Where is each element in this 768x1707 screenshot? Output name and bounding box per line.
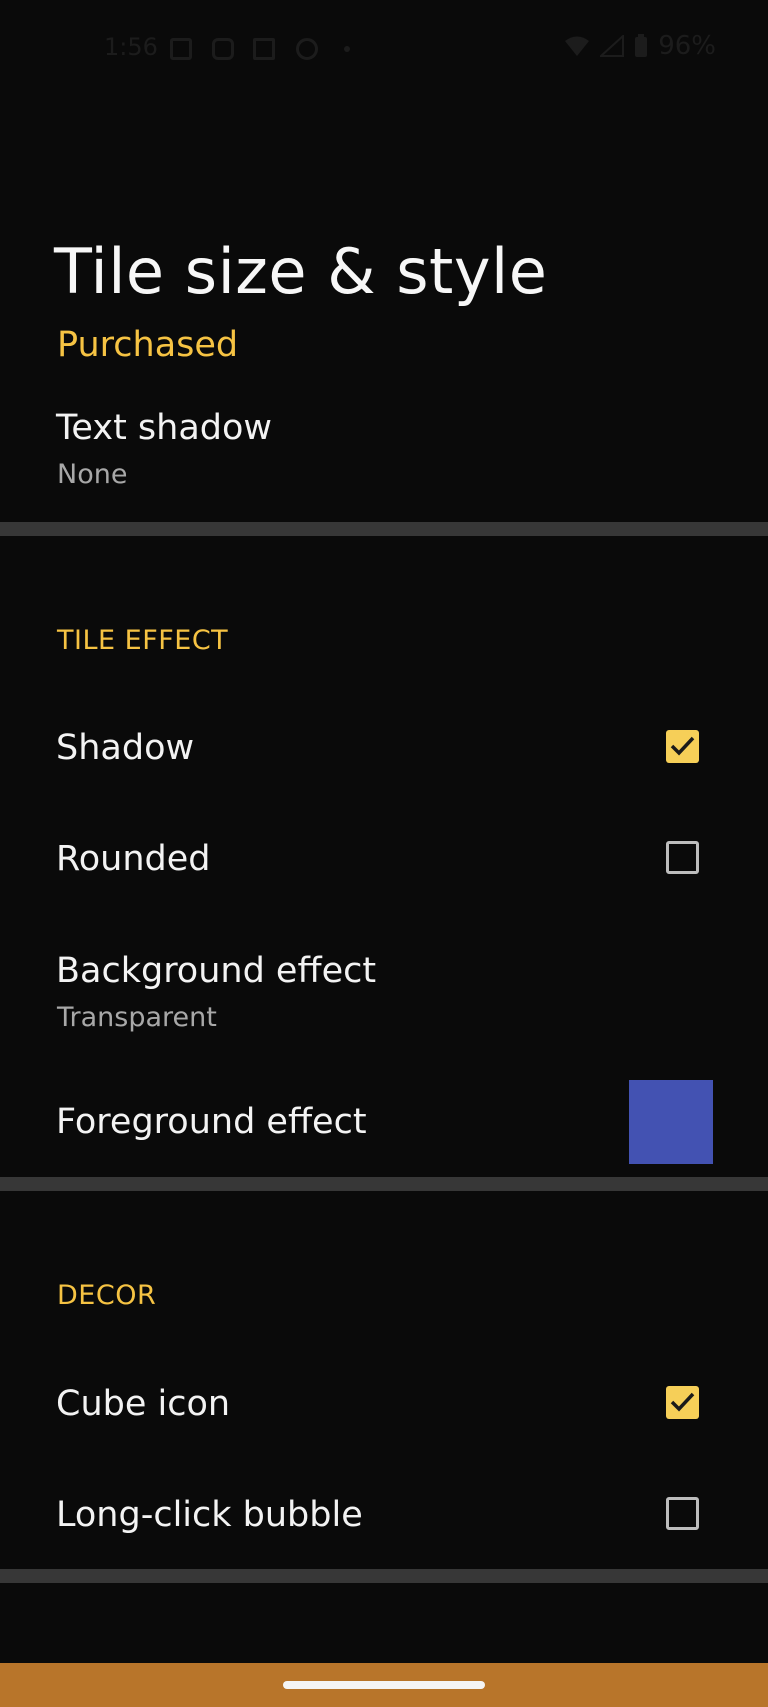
navigation-bar bbox=[0, 1663, 768, 1707]
background-effect-setting[interactable]: Background effect Transparent bbox=[0, 920, 768, 1040]
status-right: 96% bbox=[564, 31, 716, 61]
section-header-decor: DECOR bbox=[57, 1280, 157, 1311]
purchase-status: Purchased bbox=[57, 325, 239, 365]
notification-dot-icon bbox=[344, 46, 350, 52]
rounded-checkbox[interactable] bbox=[666, 841, 699, 874]
wifi-icon bbox=[565, 36, 590, 56]
shadow-setting[interactable]: Shadow bbox=[0, 700, 768, 805]
long-click-bubble-checkbox[interactable] bbox=[666, 1497, 699, 1530]
section-divider bbox=[0, 522, 768, 536]
signal-icon bbox=[600, 35, 625, 57]
check-icon bbox=[670, 736, 695, 756]
status-bar: 1:56 96% bbox=[0, 0, 768, 100]
section-divider bbox=[0, 1177, 768, 1191]
text-shadow-setting[interactable]: Text shadow None bbox=[0, 400, 768, 510]
long-click-bubble-label: Long-click bubble bbox=[56, 1495, 363, 1535]
section-header-tile-effect: TILE EFFECT bbox=[57, 625, 229, 656]
rounded-label: Rounded bbox=[56, 839, 211, 879]
foreground-color-swatch[interactable] bbox=[629, 1080, 713, 1164]
alarm-icon bbox=[296, 38, 318, 60]
text-shadow-label: Text shadow bbox=[56, 408, 273, 448]
instagram-icon bbox=[212, 38, 234, 60]
shadow-label: Shadow bbox=[56, 728, 195, 768]
battery-icon bbox=[635, 34, 648, 57]
rounded-setting[interactable]: Rounded bbox=[0, 810, 768, 915]
mail-icon bbox=[253, 38, 275, 60]
image-icon bbox=[170, 38, 192, 60]
cube-icon-setting[interactable]: Cube icon bbox=[0, 1355, 768, 1460]
page-title: Tile size & style bbox=[54, 235, 548, 308]
status-time: 1:56 bbox=[104, 33, 158, 61]
foreground-effect-label: Foreground effect bbox=[56, 1102, 367, 1142]
battery-percentage: 96% bbox=[658, 31, 716, 61]
cube-icon-label: Cube icon bbox=[56, 1384, 231, 1424]
text-shadow-value: None bbox=[57, 459, 128, 490]
cube-icon-checkbox[interactable] bbox=[666, 1386, 699, 1419]
section-divider bbox=[0, 1569, 768, 1583]
background-effect-label: Background effect bbox=[56, 951, 377, 991]
background-effect-value: Transparent bbox=[57, 1002, 217, 1033]
check-icon bbox=[670, 1392, 695, 1412]
home-gesture-handle[interactable] bbox=[283, 1681, 485, 1689]
long-click-bubble-setting[interactable]: Long-click bubble bbox=[0, 1465, 768, 1570]
shadow-checkbox[interactable] bbox=[666, 730, 699, 763]
